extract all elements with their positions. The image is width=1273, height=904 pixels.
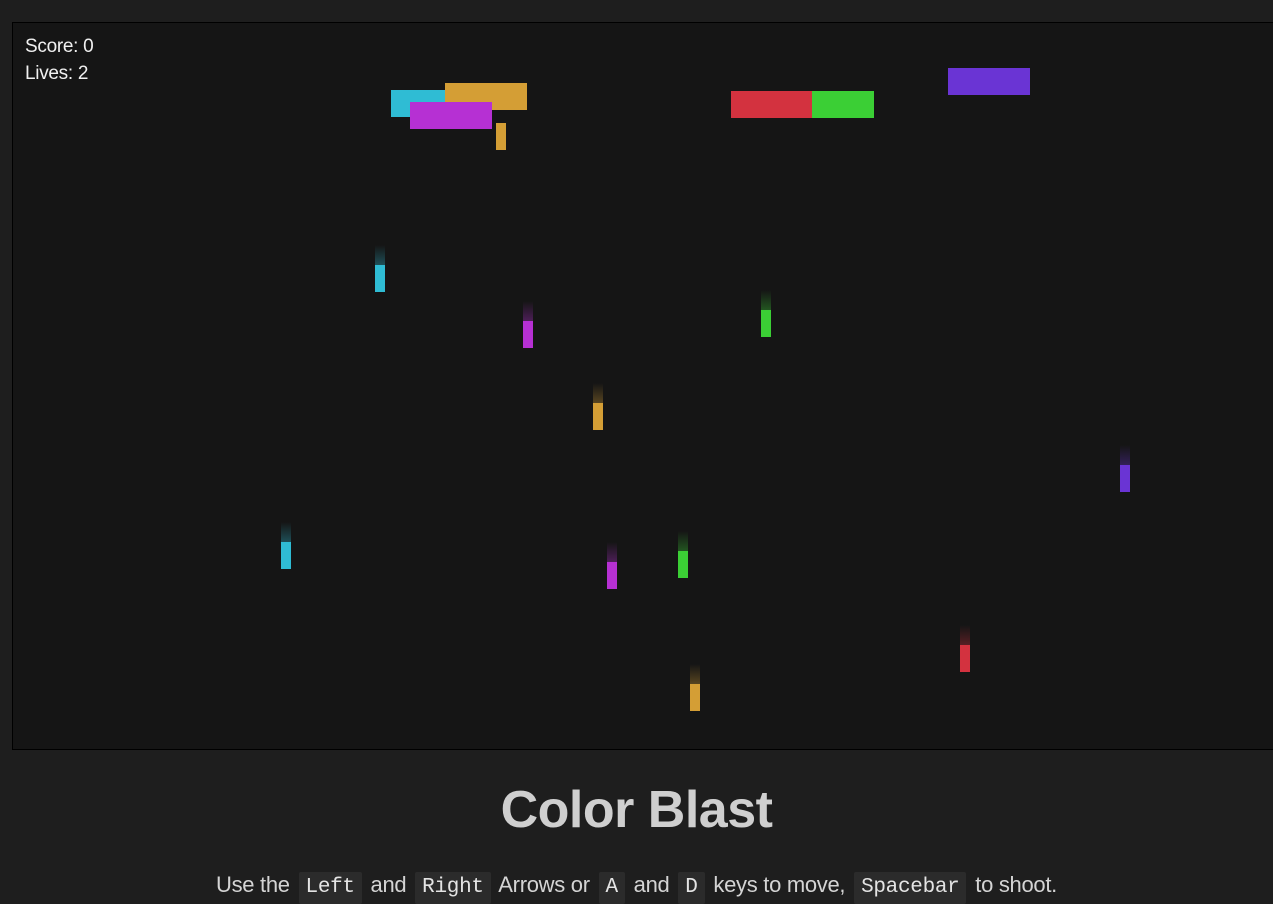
key-right: Right: [415, 872, 491, 904]
score-display: Score: 0: [25, 36, 94, 57]
key-a: A: [598, 872, 625, 904]
enemy-block-red: [731, 91, 812, 118]
enemy-block-green: [812, 91, 874, 118]
game-page: Score: 0 Lives: 2 Color Blast Use the Le…: [0, 0, 1273, 904]
key-spacebar: Spacebar: [854, 872, 967, 904]
enemy-block-magenta: [410, 102, 492, 129]
enemy-bullet-magenta: [607, 542, 617, 589]
instructions-text: to shoot.: [975, 872, 1057, 897]
enemy-bullet-cyan: [375, 245, 385, 292]
page-title: Color Blast: [500, 781, 773, 839]
enemy-bullet-red: [960, 625, 970, 672]
instructions-text: Use the: [215, 872, 290, 897]
enemy-bullet-orange: [496, 123, 506, 150]
instructions-text: and: [370, 872, 407, 897]
key-d: D: [678, 872, 705, 904]
lives-display: Lives: 2: [25, 63, 89, 84]
game-canvas[interactable]: Score: 0 Lives: 2: [12, 22, 1273, 750]
enemy-bullet-magenta: [523, 301, 533, 348]
enemy-bullet-purple: [1120, 445, 1130, 492]
enemy-bullet-green: [678, 531, 688, 578]
key-left: Left: [298, 872, 362, 904]
instructions-text: keys to move,: [713, 872, 846, 897]
enemy-bullet-orange: [593, 383, 603, 430]
enemy-block-purple: [948, 68, 1030, 95]
instructions-text: and: [633, 872, 670, 897]
hud: Score: 0 Lives: 2: [25, 33, 94, 87]
enemy-bullet-orange: [690, 664, 700, 711]
enemy-bullet-green: [761, 290, 771, 337]
enemy-bullet-cyan: [281, 522, 291, 569]
instructions: Use the Left and Right Arrows or A and D…: [0, 872, 1273, 904]
instructions-text: Arrows or: [498, 872, 590, 897]
